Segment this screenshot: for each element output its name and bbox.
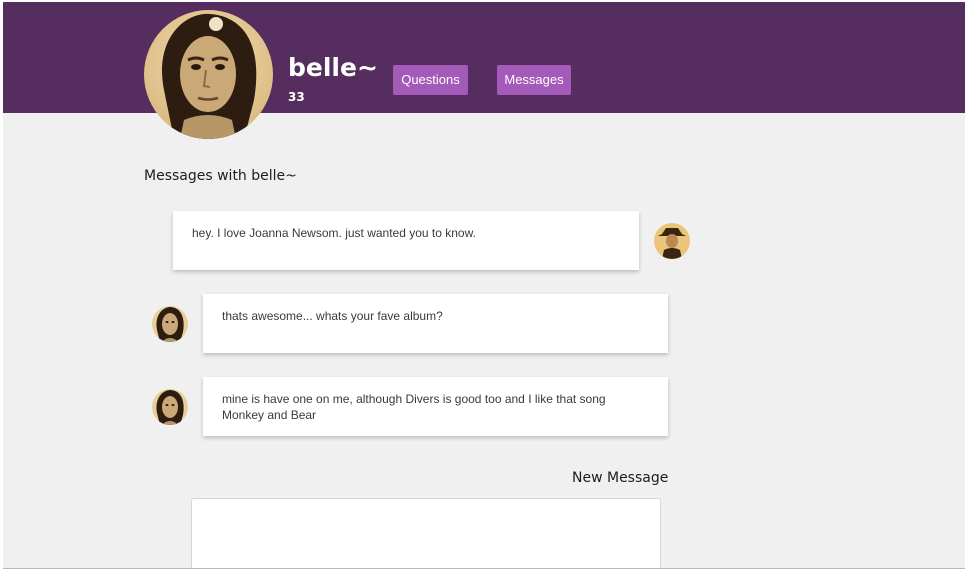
questions-button[interactable]: Questions bbox=[393, 65, 468, 95]
recipient-avatar[interactable] bbox=[152, 306, 188, 342]
app-frame: belle~ 33 Questions Messages Messages wi… bbox=[3, 2, 965, 569]
recipient-avatar[interactable] bbox=[152, 389, 188, 425]
message-bubble-sent: hey. I love Joanna Newsom. just wanted y… bbox=[173, 211, 639, 270]
profile-avatar bbox=[144, 10, 273, 139]
message-bubble-received: mine is have one on me, although Divers … bbox=[203, 377, 668, 436]
messages-button[interactable]: Messages bbox=[497, 65, 571, 95]
new-message-input[interactable] bbox=[191, 498, 661, 568]
message-bubble-received: thats awesome... whats your fave album? bbox=[203, 294, 668, 353]
profile-username: belle~ bbox=[288, 53, 378, 82]
message-text: hey. I love Joanna Newsom. just wanted y… bbox=[192, 226, 476, 240]
conversation-title: Messages with belle~ bbox=[144, 168, 297, 184]
sender-avatar[interactable] bbox=[654, 223, 690, 259]
message-text: mine is have one on me, although Divers … bbox=[222, 392, 606, 422]
message-text: thats awesome... whats your fave album? bbox=[222, 309, 443, 323]
profile-age: 33 bbox=[288, 90, 305, 104]
new-message-label: New Message bbox=[572, 470, 669, 486]
